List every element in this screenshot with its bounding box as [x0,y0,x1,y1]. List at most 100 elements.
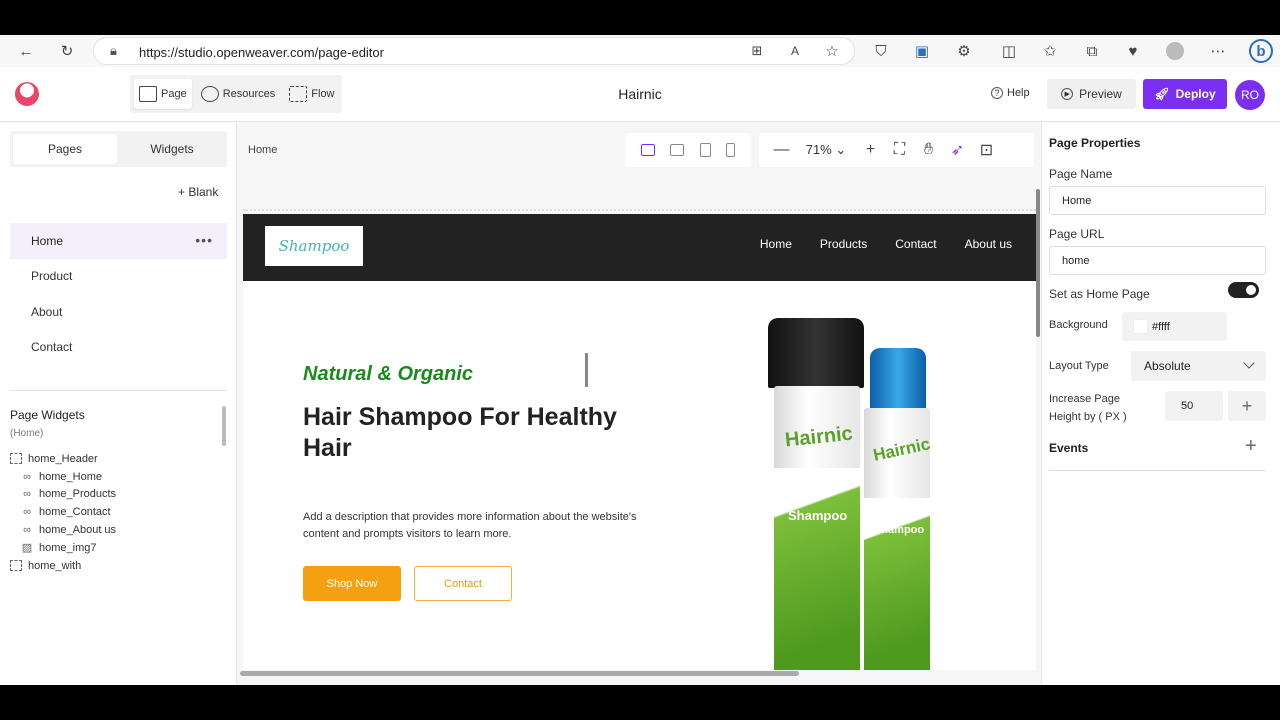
left-panel-tabs: Pages Widgets [10,131,227,167]
text-cursor [585,353,588,387]
widget-label: home_img7 [39,541,97,554]
add-blank-page-button[interactable]: + Blank [178,185,218,199]
layout-type-value: Absolute [1144,359,1191,373]
help-button[interactable]: ? Help [991,87,1030,99]
fit-screen-icon[interactable]: ⛶ [885,141,914,159]
increase-height-input[interactable]: 50 [1165,391,1223,421]
widget-label: home_About us [39,524,117,537]
page-name-label: Page Name [1049,167,1113,181]
widget-item-home-contact[interactable]: ∞ home_Contact [10,503,220,521]
apps-icon[interactable]: ⊞ [748,42,766,60]
background-color-field[interactable]: #ffff [1122,312,1227,341]
tab-resources-label: Resources [222,88,276,100]
laptop-view-icon[interactable] [670,144,685,156]
widget-item-home-with[interactable]: home_with [10,557,220,575]
contact-button[interactable]: Contact [414,566,512,601]
editor-header: Page Resources Flow Hairnic ? Help ▶ Pre… [0,67,1280,122]
link-icon: ∞ [23,488,31,501]
widget-item-home-home[interactable]: ∞ home_Home [10,468,220,486]
home-page-toggle[interactable] [1228,282,1259,298]
preview-button[interactable]: ▶ Preview [1047,79,1136,109]
site-header[interactable]: Shampoo Home Products Contact About us [243,214,1036,281]
tab-pages[interactable]: Pages [13,134,117,164]
link-icon: ∞ [23,506,31,519]
preview-label: Preview [1079,87,1122,101]
widget-item-home-products[interactable]: ∞ home_Products [10,486,220,504]
home-page-toggle-label: Set as Home Page [1049,287,1150,301]
events-label: Events [1049,441,1089,455]
fullscreen-icon[interactable]: ⊡ [972,140,1001,160]
more-menu-icon[interactable]: ⋯ [1209,42,1227,60]
extensions-icon[interactable]: ⚙ [955,42,973,60]
more-options-icon[interactable]: ••• [195,232,213,248]
site-nav-contact[interactable]: Contact [895,237,936,251]
layout-type-select[interactable]: Absolute [1131,351,1266,381]
page-url-input[interactable]: home [1049,246,1266,275]
increase-height-label-1: Increase Page [1049,393,1120,405]
site-nav-home[interactable]: Home [760,237,792,251]
widget-item-home-header[interactable]: home_Header [10,450,220,468]
copilot-icon[interactable]: b [1249,39,1273,63]
favorites-icon[interactable]: ✩ [1041,42,1059,60]
page-item-about[interactable]: About [10,294,227,330]
site-logo[interactable]: Shampoo [265,226,363,266]
page-item-contact[interactable]: Contact [10,330,227,366]
deploy-button[interactable]: 🚀︎ Deploy [1143,79,1227,109]
increase-height-plus-icon[interactable]: + [1228,391,1266,421]
split-screen-icon[interactable]: ◫ [1000,42,1018,60]
tablet-view-icon[interactable] [699,143,711,157]
hero-headline[interactable]: Hair Shampoo For Healthy Hair [303,402,663,464]
address-bar[interactable]: 🔒︎ https://studio.openweaver.com/page-ed… [93,37,855,65]
color-swatch[interactable] [1133,319,1148,334]
widget-item-home-about-us[interactable]: ∞ home_About us [10,521,220,539]
bottle-cap [870,348,926,410]
profile-icon[interactable] [1166,42,1184,60]
performance-icon[interactable]: ♥ [1124,42,1142,60]
back-arrow-icon[interactable]: ← [17,42,35,60]
avatar[interactable]: RO [1235,80,1265,110]
help-label: Help [1007,87,1030,99]
widget-item-home-img7[interactable]: ▨ home_img7 [10,539,220,557]
resources-icon [200,86,219,102]
collections-icon[interactable]: ⧉ [1083,42,1101,60]
shop-now-button[interactable]: Shop Now [303,566,401,601]
refresh-icon[interactable]: ↻ [58,42,76,60]
hand-tool-icon[interactable]: ✋︎ [914,141,943,159]
tab-page[interactable]: Page [134,79,192,109]
zoom-in-icon[interactable]: + [856,141,885,159]
desktop-view-icon[interactable] [640,144,655,156]
shield-icon[interactable]: ⛉ [872,42,890,60]
page-widgets-subtitle: (Home) [10,428,44,439]
hero-description[interactable]: Add a description that provides more inf… [303,509,643,543]
page-item-label: Home [31,233,64,248]
page-item-home[interactable]: Home ••• [10,223,227,259]
widget-tree-scrollbar[interactable] [222,406,226,446]
canvas-horizontal-scrollbar[interactable] [240,671,799,676]
bottle-product-label: Shampoo [874,524,925,536]
site-nav-products[interactable]: Products [820,237,867,251]
widget-label: home_Products [39,488,117,501]
page-preview[interactable]: Shampoo Home Products Contact About us N… [243,214,1036,670]
zoom-level[interactable]: 71% ⌄ [796,142,856,158]
tab-resources[interactable]: Resources [196,79,281,109]
product-image[interactable]: Hairnic Shampoo Hairnic Shampoo [763,314,933,670]
mobile-view-icon[interactable] [726,143,736,157]
rocket-icon: 🚀︎ [1154,87,1170,101]
page-name-input[interactable]: Home [1049,186,1266,215]
tab-widgets[interactable]: Widgets [120,134,224,164]
canvas-vertical-scrollbar[interactable] [1036,189,1040,337]
play-icon: ▶ [1061,88,1074,100]
tab-flow[interactable]: Flow [284,79,339,109]
read-aloud-icon[interactable]: A [786,42,804,60]
favorite-star-icon[interactable]: ☆ [823,42,841,60]
select-tool-icon[interactable]: ➶ [943,140,972,160]
extension-s-icon[interactable]: ▣ [913,42,931,60]
zoom-out-icon[interactable]: — [767,141,796,159]
left-panel: Pages Widgets + Blank Home ••• Product A… [0,123,237,685]
bottle-cap [768,318,864,388]
page-item-product[interactable]: Product [10,259,227,295]
hero-kicker[interactable]: Natural & Organic [303,363,473,386]
add-event-icon[interactable]: + [1245,435,1257,458]
site-nav-about[interactable]: About us [965,237,1012,251]
app-logo-icon[interactable] [15,82,39,106]
